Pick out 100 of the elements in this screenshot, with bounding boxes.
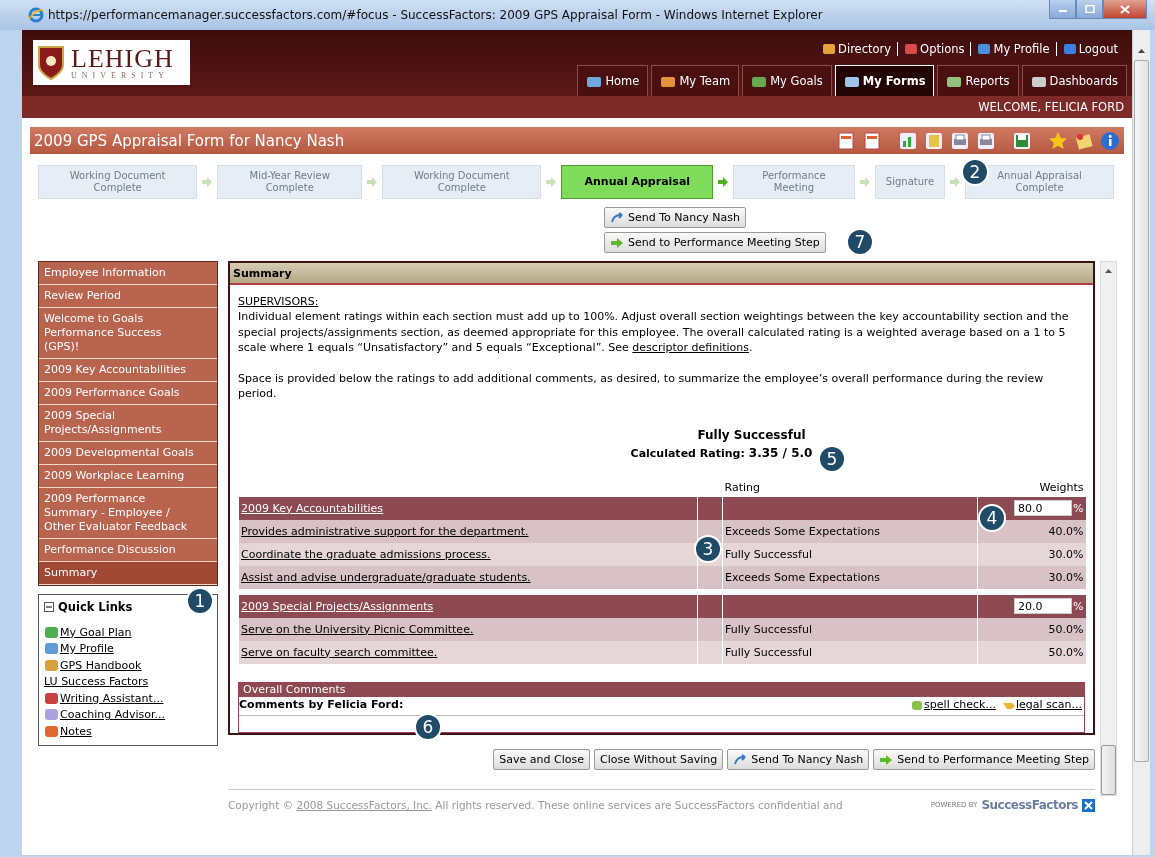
nav-tab[interactable]: My Team — [651, 65, 740, 96]
column-header: Weights — [1038, 480, 1085, 496]
nav-tab[interactable]: My Forms — [834, 65, 935, 96]
rating-cell: Exceeds Some Expectations — [722, 519, 978, 543]
rating-cell: Fully Successful — [722, 617, 978, 641]
comment-tool-link[interactable]: legal scan... — [1015, 698, 1082, 711]
weight-field[interactable]: 80.0 — [1014, 500, 1073, 516]
scroll-thumb[interactable] — [1134, 60, 1149, 762]
header-link[interactable]: Directory — [816, 42, 898, 56]
quick-link[interactable]: GPS Handbook — [60, 658, 142, 672]
send-icon — [733, 753, 748, 766]
quick-link[interactable]: My Goal Plan — [60, 625, 132, 639]
action-button[interactable]: Send to Performance Meeting Step — [604, 232, 826, 253]
scroll-thumb[interactable] — [1101, 745, 1116, 795]
sidebar-item[interactable]: 2009 Special Projects/Assignments — [39, 405, 217, 442]
form-title: 2009 GPS Appraisal Form for Nancy Nash — [34, 131, 345, 150]
rating-cell: Exceeds Some Expectations — [722, 565, 978, 589]
logo-subtitle: UNIVERSITY — [71, 71, 170, 80]
star-icon[interactable] — [1048, 130, 1068, 151]
rating-cell: Fully Successful — [722, 640, 978, 664]
sidebar-item[interactable]: Employee Information — [39, 262, 217, 285]
sidebar-item[interactable]: 2009 Performance Summary - Employee / Other Evaluator Feedback — [39, 488, 217, 539]
weight-cell: 50.0% — [977, 617, 1086, 641]
workflow-step: Annual Appraisal — [561, 165, 714, 199]
send-icon — [610, 211, 624, 224]
quick-link[interactable]: LU Success Factors — [44, 675, 149, 689]
shield-icon — [37, 44, 65, 81]
arrow-icon — [610, 236, 624, 249]
rating-cell: Fully Successful — [722, 542, 978, 566]
sidebar-item[interactable]: 2009 Performance Goals — [39, 382, 217, 405]
step-arrow-icon — [366, 176, 379, 188]
nav-tab[interactable]: Reports — [937, 65, 1019, 96]
browser-scrollbar[interactable] — [1132, 30, 1150, 855]
link-icon — [1062, 43, 1077, 55]
maximize-icon — [1084, 5, 1095, 13]
tab-icon — [660, 74, 677, 88]
weight-cell: 30.0% — [977, 565, 1086, 589]
header-link[interactable]: Options — [897, 42, 971, 56]
printer-icon[interactable] — [976, 130, 996, 151]
scroll-up-icon[interactable] — [1104, 268, 1113, 274]
chart-icon[interactable] — [898, 130, 918, 151]
instructions-paragraph: Individual element ratings within each section must add up to 100%. Adjust overall section weightings between the key accountability section and the special projects/assignments section, as deemed appropriate for this employee. The overall calculated rating is a weighted average based on a 1 to 5 scale where 1 equals “Unsatisfactory” and 5 equals “Exceptional”. See descriptor definitions. — [238, 309, 1070, 356]
sidebar-item[interactable]: 2009 Developmental Goals — [39, 442, 217, 465]
quick-links-title: Quick Links — [58, 600, 133, 614]
maximize-button[interactable] — [1076, 0, 1103, 19]
workflow-step: Mid-Year Review Complete — [217, 165, 363, 199]
close-icon — [1120, 4, 1130, 14]
nav-tab[interactable]: My Goals — [742, 65, 832, 96]
workflow-step: Working Document Complete — [38, 165, 198, 199]
percent-sign: % — [1073, 599, 1084, 613]
info-icon[interactable] — [1100, 130, 1120, 151]
quick-link[interactable]: Coaching Advisor... — [60, 708, 166, 722]
comments-label: Comments by Felicia Ford: — [239, 698, 404, 711]
close-button[interactable] — [1103, 0, 1147, 19]
collapse-icon[interactable] — [44, 602, 54, 612]
quick-link[interactable]: Notes — [60, 724, 92, 738]
workflow-step: Working Document Complete — [382, 165, 542, 199]
clipboard-icon[interactable] — [924, 130, 944, 151]
sidebar-item[interactable]: 2009 Key Accountabilities — [39, 359, 217, 382]
nav-tab[interactable]: Dashboards — [1021, 65, 1127, 96]
action-button[interactable]: Send To Nancy Nash — [604, 207, 746, 228]
section-title: Summary — [233, 266, 292, 280]
window-title: https://performancemanager.successfactors.com/#focus - SuccessFactors: 2009 GPS Appraisal Form - Windows Internet Explorer — [48, 8, 823, 22]
action-button[interactable]: Send to Performance Meeting Step — [873, 749, 1095, 770]
weight-cell: 50.0% — [977, 640, 1086, 664]
link-icon — [822, 43, 837, 55]
nav-tab[interactable]: Home — [577, 65, 649, 96]
brand-name: SuccessFactors — [981, 798, 1078, 812]
section-link[interactable]: 2009 Key Accountabilities — [241, 501, 384, 515]
printer-icon[interactable] — [950, 130, 970, 151]
quick-link[interactable]: Writing Assistant... — [60, 691, 164, 705]
action-button[interactable]: Close Without Saving — [594, 749, 724, 770]
step-arrow-icon — [949, 176, 962, 188]
calculated-rating-label: Calculated Rating: — [630, 445, 745, 462]
scroll-up-icon[interactable] — [1137, 48, 1146, 54]
document-icon[interactable] — [862, 130, 882, 151]
sidebar-item[interactable]: 2009 Workplace Learning — [39, 465, 217, 488]
save-icon[interactable] — [1012, 130, 1032, 151]
action-button[interactable]: Save and Close — [493, 749, 590, 770]
welcome-text: WELCOME, FELICIA FORD — [978, 100, 1124, 114]
sidebar-item[interactable]: Summary — [39, 562, 217, 585]
action-button[interactable]: Send To Nancy Nash — [727, 749, 870, 770]
sidebar-item[interactable]: Welcome to Goals Performance Success (GPS)! — [39, 308, 217, 359]
copyright-text: Copyright © 2008 SuccessFactors, Inc. All rights reserved. These online services are SuccessFactors confidential and — [228, 799, 844, 811]
weight-field[interactable]: 20.0 — [1014, 598, 1073, 614]
sidebar-item[interactable]: Review Period — [39, 285, 217, 308]
minimize-button[interactable] — [1049, 0, 1076, 19]
step-arrow-icon — [545, 176, 558, 188]
quick-link[interactable]: My Profile — [60, 642, 114, 656]
document-icon[interactable] — [836, 130, 856, 151]
workflow-step: Performance Meeting — [733, 165, 855, 199]
comments-title: Overall Comments — [243, 682, 346, 696]
sidebar-item[interactable]: Performance Discussion — [39, 539, 217, 562]
header-link[interactable]: Logout — [1055, 42, 1124, 56]
link-icon — [904, 43, 919, 55]
header-link[interactable]: My Profile — [970, 42, 1056, 56]
x-logo-icon — [1082, 798, 1095, 812]
comment-tool-link[interactable]: spell check... — [924, 698, 996, 711]
arrow-icon — [879, 753, 894, 766]
scrollbar[interactable] — [1100, 261, 1117, 796]
